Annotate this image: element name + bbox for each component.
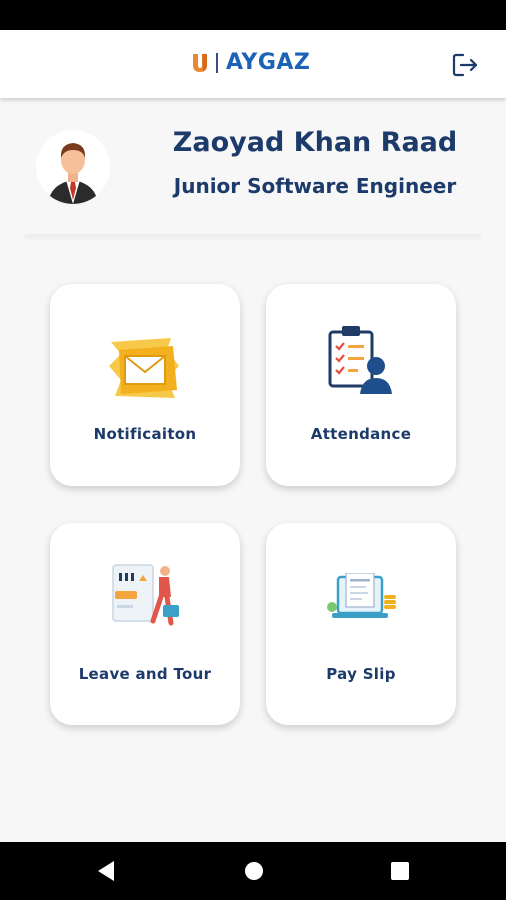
notification-label: Notificaiton xyxy=(93,425,197,443)
home-circle-icon[interactable] xyxy=(240,857,268,885)
logo-text: AYGAZ xyxy=(226,50,311,75)
attendance-label: Attendance xyxy=(310,425,412,443)
back-triangle-icon[interactable] xyxy=(92,857,120,885)
salary-slip-icon xyxy=(327,573,396,618)
pay-slip-label: Pay Slip xyxy=(326,665,396,683)
u-mark-icon xyxy=(193,54,207,72)
app-bar: AYGAZ xyxy=(0,30,506,98)
profile-name: Zaoyad Khan Raad xyxy=(172,127,458,158)
logout-icon[interactable] xyxy=(450,50,480,80)
recents-square-icon[interactable] xyxy=(386,857,414,885)
traveler-icon xyxy=(112,564,179,626)
envelope-icon xyxy=(109,338,179,398)
clipboard-person-icon xyxy=(328,326,392,394)
avatar xyxy=(36,130,110,204)
status-bar xyxy=(0,0,506,30)
pay-slip-card[interactable]: Pay Slip xyxy=(266,523,456,725)
attendance-card[interactable]: Attendance xyxy=(266,284,456,486)
profile-divider xyxy=(24,234,482,242)
leave-tour-label: Leave and Tour xyxy=(78,665,212,683)
system-nav-bar xyxy=(0,842,506,900)
profile-role: Junior Software Engineer xyxy=(173,174,457,198)
notification-card[interactable]: Notificaiton xyxy=(50,284,240,486)
leave-tour-card[interactable]: Leave and Tour xyxy=(50,523,240,725)
profile-header: Zaoyad Khan Raad Junior Software Enginee… xyxy=(0,98,506,248)
aygaz-logo: AYGAZ xyxy=(190,50,310,76)
logo-divider xyxy=(216,53,218,73)
businessman-avatar-icon xyxy=(36,130,110,204)
